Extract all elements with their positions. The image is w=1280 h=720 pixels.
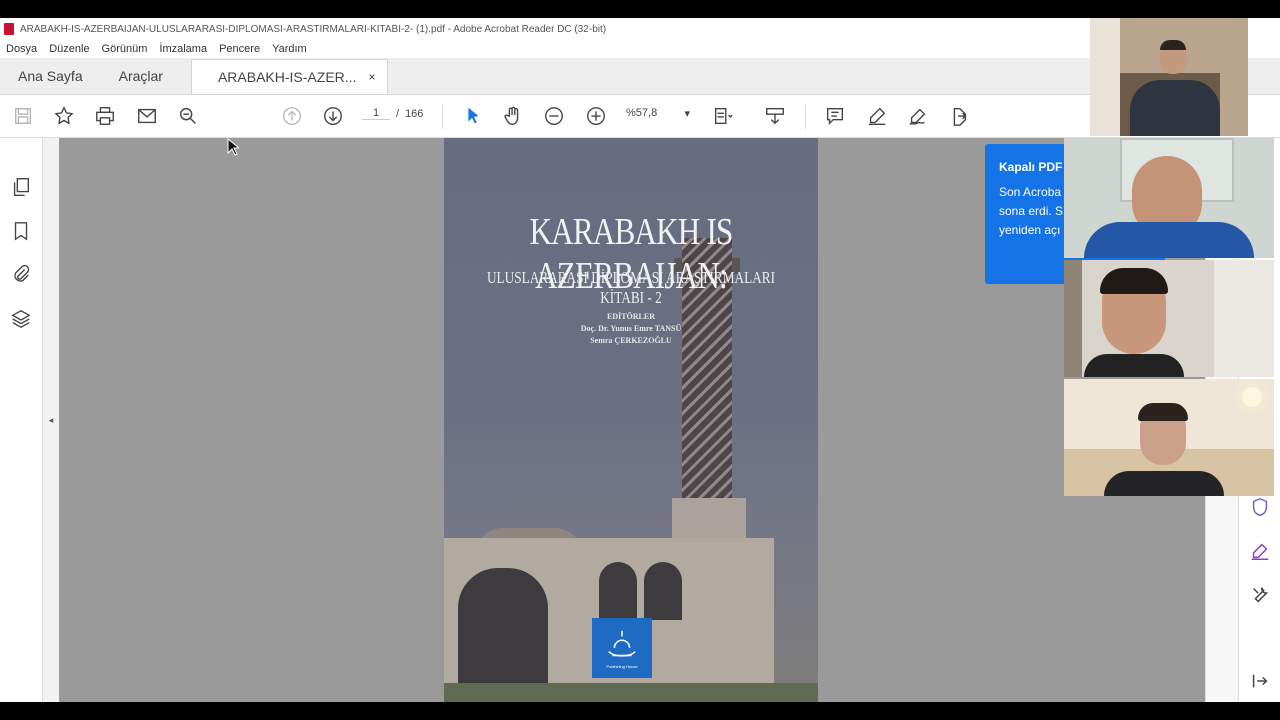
chevron-down-icon: ▾	[684, 108, 690, 120]
mail-icon[interactable]	[134, 103, 160, 129]
page-down-icon[interactable]	[320, 103, 346, 129]
tab-document[interactable]: ARABAKH-IS-AZER... ×	[190, 59, 389, 94]
cover-editors-label: EDİTÖRLER	[606, 312, 655, 321]
menu-dosya[interactable]: Dosya	[6, 43, 37, 55]
tab-document-label: ARABAKH-IS-AZER...	[217, 69, 357, 85]
star-bookmark-icon[interactable]	[51, 103, 77, 129]
participant-body	[1104, 471, 1224, 496]
zoom-dropdown[interactable]: %57,8 ▾	[626, 107, 690, 120]
menu-pencere[interactable]: Pencere	[219, 43, 260, 55]
mosque-window	[644, 562, 682, 620]
background-wall	[1090, 18, 1120, 136]
select-cursor-icon[interactable]	[460, 103, 486, 129]
menu-gorunum[interactable]: Görünüm	[102, 43, 148, 55]
highlight-pen-icon[interactable]	[864, 103, 890, 129]
search-icon[interactable]	[175, 103, 201, 129]
page-fit-icon[interactable]	[710, 103, 736, 129]
background-door	[1214, 260, 1274, 377]
protect-shield-icon[interactable]	[1249, 496, 1271, 518]
page-navigator: 1 / 166	[362, 107, 423, 120]
tab-tools[interactable]: Araçlar	[101, 58, 181, 94]
page-separator: /	[396, 107, 400, 120]
left-navigation-panel	[0, 138, 43, 702]
background-plant	[1064, 260, 1082, 377]
acrobat-pdf-icon	[4, 23, 14, 35]
print-icon[interactable]	[92, 103, 118, 129]
publisher-logo: Publishing House	[592, 618, 652, 678]
video-tile-participant-2	[1064, 138, 1274, 258]
menu-duzenle[interactable]: Düzenle	[49, 43, 89, 55]
ground	[444, 683, 818, 702]
cover-editor-2: Semra ÇERKEZOĞLU	[590, 336, 672, 345]
mosque-arch	[458, 568, 548, 688]
participant-body	[1130, 80, 1220, 136]
zoom-in-icon[interactable]	[583, 103, 609, 129]
cover-editor-1: Doç. Dr. Yunus Emre TANSÜ	[580, 324, 682, 333]
page-thumbnails-icon[interactable]	[10, 176, 32, 198]
sign-pen-icon[interactable]	[905, 103, 931, 129]
tab-home[interactable]: Ana Sayfa	[0, 58, 101, 94]
menu-imzalama[interactable]: İmzalama	[159, 43, 207, 55]
participant-body	[1084, 222, 1254, 258]
layers-icon[interactable]	[10, 308, 32, 330]
page-total: 166	[405, 107, 424, 120]
mosque-window	[599, 562, 637, 620]
pdf-cover-page: KARABAKH IS AZERBAIJAN: ULUSLARARASI DİP…	[444, 138, 818, 702]
attachment-icon[interactable]	[10, 264, 32, 286]
participant-hair	[1138, 403, 1188, 421]
menu-bar: Dosya Düzenle Görünüm İmzalama Pencere Y…	[0, 40, 313, 58]
tab-bar: Ana Sayfa Araçlar ARABAKH-IS-AZER... ×	[0, 58, 1280, 95]
collapse-panel-arrow[interactable]: ◂	[43, 138, 59, 702]
scroll-mode-icon[interactable]	[762, 103, 788, 129]
toolbar-divider	[442, 105, 443, 129]
tab-close-icon[interactable]: ×	[368, 70, 375, 84]
menu-yardim[interactable]: Yardım	[272, 43, 307, 55]
comment-icon[interactable]	[822, 103, 848, 129]
mouse-cursor-icon	[227, 137, 241, 161]
page-up-icon[interactable]	[279, 103, 305, 129]
participant-hair	[1160, 40, 1186, 50]
page-current-input[interactable]: 1	[362, 107, 390, 120]
share-icon[interactable]	[946, 103, 972, 129]
cover-subtitle: ULUSLARARASI DİPLOMASİ ARAŞTIRMALARI KİT…	[486, 268, 776, 307]
window-title: ARABAKH-IS-AZERBAIJAN-ULUSLARARASI-DIPLO…	[20, 23, 607, 35]
title-bar: ARABAKH-IS-AZERBAIJAN-ULUSLARARASI-DIPLO…	[0, 18, 1280, 40]
video-tile-participant-1	[1090, 18, 1248, 136]
zoom-out-icon[interactable]	[541, 103, 567, 129]
participant-hair	[1100, 268, 1168, 294]
bookmark-icon[interactable]	[10, 220, 32, 242]
save-icon[interactable]	[10, 103, 36, 129]
toolbar-divider	[805, 105, 806, 129]
fill-sign-icon[interactable]	[1249, 540, 1271, 562]
background-lamp	[1242, 387, 1262, 407]
expand-panel-icon[interactable]	[1249, 670, 1271, 692]
participant-body	[1084, 354, 1184, 377]
publisher-logo-text: Publishing House	[606, 663, 638, 669]
video-tile-participant-3	[1064, 260, 1274, 377]
tools-wrench-icon[interactable]	[1249, 584, 1271, 606]
video-tile-participant-4	[1064, 379, 1274, 496]
main-toolbar: 1 / 166 %57,8 ▾	[0, 95, 1280, 138]
zoom-value: %57,8	[626, 107, 658, 119]
hand-tool-icon[interactable]	[500, 103, 526, 129]
